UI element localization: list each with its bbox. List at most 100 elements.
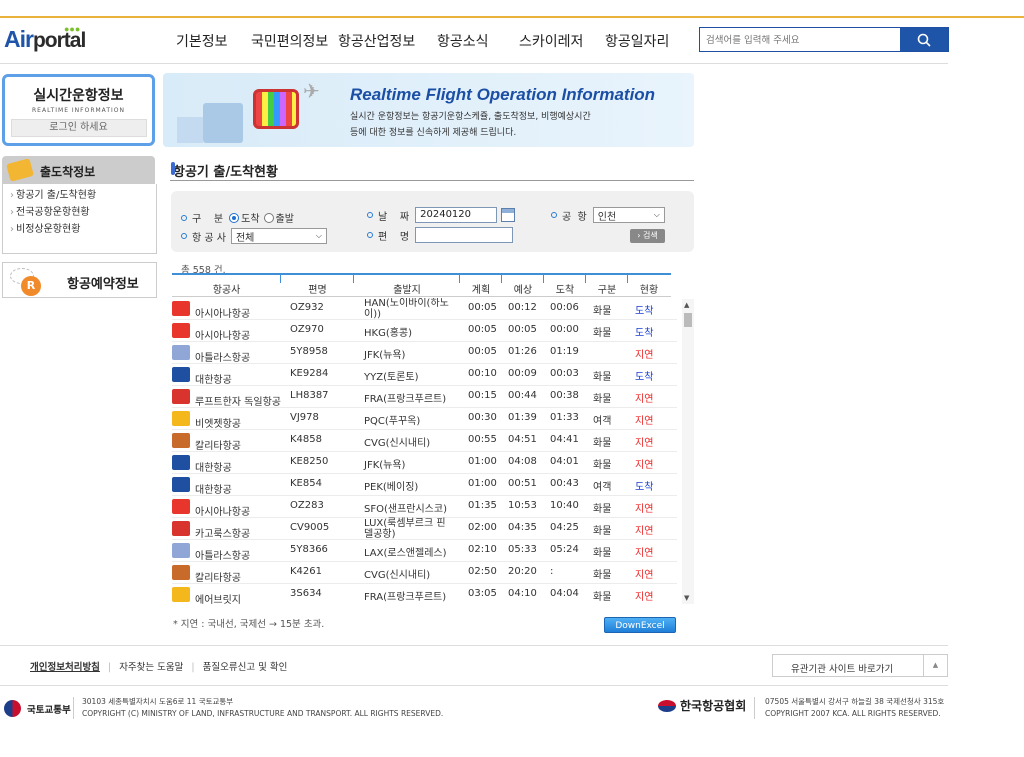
- title-underline: [170, 180, 694, 181]
- cell-origin: HAN(노이바이(하노이)): [364, 298, 449, 320]
- ticket-icon: [6, 158, 34, 182]
- cell-airline: 대한항공: [195, 485, 232, 496]
- cell-flight: OZ970: [290, 324, 324, 335]
- cell-status[interactable]: 도착: [635, 478, 653, 493]
- cell-arr: 01:33: [550, 412, 579, 423]
- cell-est: 00:12: [508, 302, 537, 313]
- cell-est: 00:09: [508, 368, 537, 379]
- menu-irregular-status[interactable]: 비정상운항현황: [10, 225, 156, 235]
- scroll-up-icon[interactable]: ▲: [684, 301, 689, 309]
- table-row: 카고룩스항공 CV9005 LUX(룩셈부르크 핀델공항) 02:00 04:35 04:…: [172, 518, 677, 540]
- airline-logo-icon: [172, 499, 190, 514]
- bullet-icon: [367, 212, 373, 218]
- cell-arr: 04:25: [550, 522, 579, 533]
- quality-report-link[interactable]: 품질오류신고 및 확인: [203, 662, 288, 673]
- airportal-logo[interactable]: Airportal ●●●: [4, 24, 86, 56]
- download-excel-button[interactable]: DownExcel: [604, 617, 676, 633]
- menu-flight-status[interactable]: 항공기 출/도착현황: [10, 191, 156, 201]
- cell-airline: 비엣젯항공: [195, 419, 241, 430]
- cell-status[interactable]: 도착: [635, 324, 653, 339]
- search-submit-button[interactable]: › 검색: [630, 229, 665, 243]
- gnb-industry[interactable]: 항공산업정보: [338, 31, 415, 51]
- cell-arr: 10:40: [550, 500, 579, 511]
- cell-type: 여객: [593, 482, 612, 493]
- cell-status[interactable]: 지연: [635, 544, 653, 559]
- cell-arr: 00:00: [550, 324, 579, 335]
- gnb-jobs[interactable]: 항공일자리: [605, 31, 669, 51]
- reservation-info-box[interactable]: R 항공예약정보: [2, 262, 157, 298]
- gnb-skyleisure[interactable]: 스카이레저: [519, 31, 583, 51]
- radio-departure-label: 출발: [275, 214, 294, 225]
- related-sites-select[interactable]: 유관기관 사이트 바로가기 ▲: [772, 654, 948, 677]
- airline-select[interactable]: 전체 ⌵: [230, 228, 327, 244]
- cell-origin: PQC(푸꾸옥): [364, 416, 421, 427]
- cell-status[interactable]: 지연: [635, 500, 653, 515]
- privacy-policy-link[interactable]: 개인정보처리방침: [30, 662, 100, 673]
- cell-status[interactable]: 지연: [635, 346, 653, 361]
- dep-arr-title: 출도착정보: [40, 165, 96, 179]
- cell-airline: 대한항공: [195, 375, 232, 386]
- gnb-news[interactable]: 항공소식: [437, 31, 489, 51]
- cell-status[interactable]: 지연: [635, 390, 653, 405]
- airline-logo-icon: [172, 301, 190, 316]
- cell-status[interactable]: 지연: [635, 412, 653, 427]
- cell-status[interactable]: 도착: [635, 368, 653, 383]
- search-button[interactable]: [900, 28, 948, 51]
- login-button[interactable]: 로그인 하세요: [10, 119, 147, 137]
- type-label: 구 분: [192, 214, 224, 225]
- cell-status[interactable]: 지연: [635, 566, 653, 581]
- cell-est: 04:51: [508, 434, 537, 445]
- gnb-basic-info[interactable]: 기본정보: [176, 31, 228, 51]
- cell-est: 10:53: [508, 500, 537, 511]
- cell-arr: :: [550, 566, 554, 577]
- radio-arrival[interactable]: [229, 212, 240, 223]
- cell-plan: 01:00: [468, 456, 497, 467]
- cell-status[interactable]: 지연: [635, 434, 653, 449]
- cell-status[interactable]: 지연: [635, 456, 653, 471]
- airport-select[interactable]: 인천 ⌵: [592, 207, 665, 223]
- menu-airport-status[interactable]: 전국공항운항현황: [10, 208, 156, 218]
- cell-plan: 00:05: [468, 346, 497, 357]
- cell-status[interactable]: 지연: [635, 522, 653, 537]
- faq-link[interactable]: 자주찾는 도움말: [119, 662, 183, 673]
- cell-arr: 04:41: [550, 434, 579, 445]
- cell-status[interactable]: 지연: [635, 588, 653, 603]
- airline-logo-icon: [172, 411, 190, 426]
- kca-address: 07505 서울특별시 강서구 하늘길 38 국제선청사 315호 COPYRI…: [765, 696, 944, 720]
- cell-status[interactable]: 도착: [635, 302, 653, 317]
- realtime-title: 실시간운항정보: [33, 88, 124, 104]
- cell-origin: LUX(룩셈부르크 핀델공항): [364, 518, 446, 540]
- top-accent-line: [0, 16, 1024, 18]
- airline-logo-icon: [172, 323, 190, 338]
- cell-origin: PEK(베이징): [364, 482, 419, 493]
- flight-input[interactable]: [415, 227, 514, 243]
- cell-airline: 아시아나항공: [195, 507, 251, 518]
- cell-arr: 00:38: [550, 390, 579, 401]
- bullet-icon: [551, 212, 557, 218]
- calendar-icon[interactable]: [501, 208, 516, 222]
- radio-departure[interactable]: [263, 212, 274, 223]
- kca-emblem-icon: [658, 699, 676, 712]
- search-input[interactable]: [700, 29, 900, 52]
- footer-separator: [754, 697, 755, 719]
- footer-separator: [73, 697, 74, 719]
- cell-est: 00:44: [508, 390, 537, 401]
- reservation-title: 항공예약정보: [67, 277, 139, 292]
- cell-type: 화물: [593, 504, 612, 515]
- scroll-down-icon[interactable]: ▼: [684, 594, 689, 602]
- cell-origin: LAX(로스앤젤레스): [364, 548, 447, 559]
- cell-plan: 00:05: [468, 302, 497, 313]
- airport-select-value: 인천: [597, 211, 617, 223]
- table-scrollbar[interactable]: ▲ ▼: [682, 299, 694, 604]
- scroll-thumb[interactable]: [684, 313, 692, 327]
- cell-type: 화물: [593, 548, 612, 559]
- date-input[interactable]: 20240120: [415, 207, 498, 223]
- cell-flight: LH8387: [290, 390, 329, 401]
- flight-label: 편 명: [378, 231, 410, 243]
- col-airline: 항공사: [212, 285, 241, 296]
- gnb-convenience[interactable]: 국민편의정보: [251, 31, 328, 51]
- cell-arr: 04:04: [550, 588, 579, 599]
- cell-plan: 02:10: [468, 544, 497, 555]
- header-divider: [0, 63, 948, 64]
- cell-est: 00:05: [508, 324, 537, 335]
